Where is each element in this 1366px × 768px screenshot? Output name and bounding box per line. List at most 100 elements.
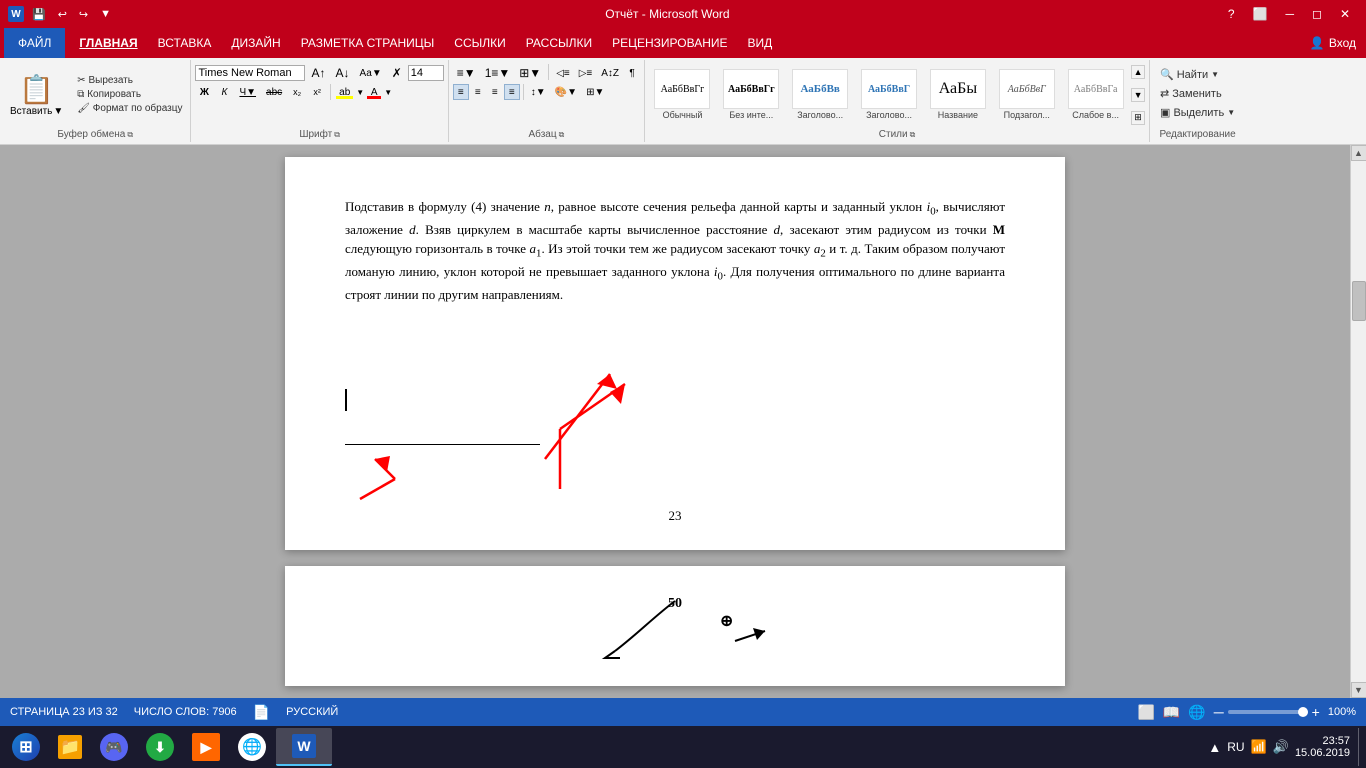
discord-btn[interactable]: 🎮: [92, 728, 136, 766]
design-menu-btn[interactable]: ДИЗАЙН: [221, 28, 290, 58]
mailings-menu-btn[interactable]: РАССЫЛКИ: [516, 28, 602, 58]
redo-quick-btn[interactable]: ↪: [75, 6, 92, 23]
zoom-thumb[interactable]: [1298, 707, 1308, 717]
clock[interactable]: 23:57 15.06.2019: [1295, 735, 1350, 759]
signin-btn[interactable]: 👤 Вход: [1300, 32, 1366, 54]
subscript-btn[interactable]: x₂: [288, 85, 306, 99]
style-no-spacing[interactable]: АаБбВвГг Без инте...: [718, 67, 785, 122]
paste-btn[interactable]: 📋 Вставить ▼: [4, 69, 69, 121]
editing-label[interactable]: Редактирование: [1154, 127, 1241, 140]
style-heading2[interactable]: АаБбВвГ Заголово...: [856, 67, 923, 122]
scroll-thumb[interactable]: [1352, 281, 1366, 321]
start-btn[interactable]: ⊞: [4, 728, 48, 766]
italic-btn[interactable]: К: [215, 85, 233, 100]
explorer-icon: 📁: [58, 735, 82, 759]
view-read-icon[interactable]: 📖: [1163, 704, 1180, 721]
copy-btn[interactable]: ⧉ Копировать: [73, 88, 186, 101]
chrome-btn[interactable]: 🌐: [230, 728, 274, 766]
review-menu-btn[interactable]: РЕЦЕНЗИРОВАНИЕ: [602, 28, 737, 58]
decrease-indent-btn[interactable]: ◁≡: [552, 64, 574, 82]
format-painter-btn[interactable]: 🖌 Формат по образцу: [73, 102, 186, 115]
zoom-out-btn[interactable]: ─: [1214, 704, 1224, 720]
tray-expand-icon[interactable]: ▲: [1208, 740, 1221, 755]
doc-scroll[interactable]: Подставив в формулу (4) значение n, равн…: [0, 145, 1350, 698]
font-label[interactable]: Шрифт ⧉: [195, 127, 443, 140]
styles-label[interactable]: Стили ⧉: [649, 127, 1145, 140]
style-subtle[interactable]: АаБбВвГа Слабое в...: [1062, 67, 1129, 122]
borders-btn[interactable]: ⊞▼: [582, 84, 608, 100]
ribbon-display-btn[interactable]: ⬜: [1245, 5, 1276, 23]
strikethrough-btn[interactable]: abc: [262, 85, 286, 100]
downloader-btn[interactable]: ⬇: [138, 728, 182, 766]
style-title[interactable]: АаБы Название: [924, 67, 991, 122]
close-btn[interactable]: ✕: [1332, 5, 1358, 23]
font-shrink-btn[interactable]: A↓: [331, 64, 353, 82]
style-normal[interactable]: АаБбВвГг Обычный: [649, 67, 716, 122]
font-color-btn[interactable]: А: [366, 85, 382, 100]
view-menu-btn[interactable]: ВИД: [738, 28, 783, 58]
help-btn[interactable]: ?: [1220, 5, 1243, 23]
scroll-down-btn[interactable]: ▼: [1351, 682, 1366, 698]
align-justify-btn[interactable]: ≡: [504, 84, 520, 100]
save-quick-btn[interactable]: 💾: [28, 6, 50, 23]
styles-expand-btn[interactable]: ⊞: [1131, 111, 1145, 125]
increase-indent-btn[interactable]: ▷≡: [575, 64, 597, 82]
align-left-btn[interactable]: ≡: [453, 84, 469, 100]
doc-text-1[interactable]: Подставив в формулу (4) значение n, равн…: [345, 197, 1005, 304]
zoom-slider[interactable]: [1228, 710, 1308, 714]
scroll-track[interactable]: [1351, 161, 1366, 682]
clipboard-small-btns: ✂ Вырезать ⧉ Копировать 🖌 Формат по обра…: [73, 74, 186, 115]
insert-menu-btn[interactable]: ВСТАВКА: [148, 28, 222, 58]
language[interactable]: РУССКИЙ: [286, 706, 338, 718]
references-menu-btn[interactable]: ССЫЛКИ: [444, 28, 515, 58]
customize-quick-btn[interactable]: ▼: [96, 6, 115, 22]
undo-quick-btn[interactable]: ↩: [54, 6, 71, 23]
media-btn[interactable]: ▶: [184, 728, 228, 766]
select-btn[interactable]: ▣ Выделить ▼: [1154, 104, 1241, 121]
superscript-btn[interactable]: x²: [308, 85, 326, 99]
align-center-btn[interactable]: ≡: [470, 84, 486, 100]
show-desktop-btn[interactable]: [1358, 728, 1362, 766]
styles-scroll-up-btn[interactable]: ▲: [1131, 65, 1145, 79]
view-print-icon[interactable]: ⬜: [1137, 704, 1154, 721]
align-right-btn[interactable]: ≡: [487, 84, 503, 100]
date-display: 15.06.2019: [1295, 747, 1350, 759]
shading-btn[interactable]: 🎨▼: [551, 84, 581, 100]
cut-btn[interactable]: ✂ Вырезать: [73, 74, 186, 87]
replace-btn[interactable]: ⇄ Заменить: [1154, 85, 1228, 102]
file-menu-btn[interactable]: ФАЙЛ: [4, 28, 65, 58]
style-heading1[interactable]: АаБбВв Заголово...: [787, 67, 854, 122]
zoom-percent[interactable]: 100%: [1328, 706, 1356, 718]
word-taskbar-btn[interactable]: W: [276, 728, 332, 766]
bold-btn[interactable]: Ж: [195, 85, 213, 100]
view-web-icon[interactable]: 🌐: [1188, 704, 1205, 721]
multilevel-btn[interactable]: ⊞▼: [515, 64, 545, 82]
explorer-btn[interactable]: 📁: [50, 728, 90, 766]
styles-scroll-down-btn[interactable]: ▼: [1131, 88, 1145, 102]
font-size-input[interactable]: [408, 65, 444, 81]
clear-format-btn[interactable]: ✗: [388, 64, 406, 82]
change-case-btn[interactable]: Аа▼: [355, 66, 385, 81]
clipboard-label[interactable]: Буфер обмена ⧉: [4, 127, 186, 140]
minimize-btn[interactable]: ─: [1277, 5, 1302, 23]
home-menu-btn[interactable]: ГЛАВНАЯ: [69, 28, 147, 58]
highlight-color-btn[interactable]: ab: [335, 85, 354, 100]
numbering-btn[interactable]: 1≡▼: [481, 64, 515, 82]
line-spacing-btn[interactable]: ↕▼: [527, 84, 550, 100]
font-grow-btn[interactable]: A↑: [307, 64, 329, 82]
zoom-in-btn[interactable]: +: [1312, 704, 1320, 720]
volume-icon[interactable]: 🔊: [1273, 739, 1289, 755]
find-btn[interactable]: 🔍 Найти ▼: [1154, 66, 1225, 83]
layout-menu-btn[interactable]: РАЗМЕТКА СТРАНИЦЫ: [291, 28, 445, 58]
sort-btn[interactable]: A↕Z: [597, 64, 623, 82]
language-indicator[interactable]: RU: [1227, 740, 1244, 754]
font-name-input[interactable]: [195, 65, 305, 81]
show-marks-btn[interactable]: ¶: [624, 64, 640, 82]
v-scrollbar[interactable]: ▲ ▼: [1350, 145, 1366, 698]
scroll-up-btn[interactable]: ▲: [1351, 145, 1366, 161]
maximize-btn[interactable]: ◻: [1304, 5, 1330, 23]
style-subtitle[interactable]: АаБбВвГ Подзагол...: [993, 67, 1060, 122]
paragraph-label[interactable]: Абзац ⧉: [453, 127, 640, 140]
underline-btn[interactable]: Ч▼: [235, 85, 260, 100]
bullets-btn[interactable]: ≡▼: [453, 64, 480, 82]
